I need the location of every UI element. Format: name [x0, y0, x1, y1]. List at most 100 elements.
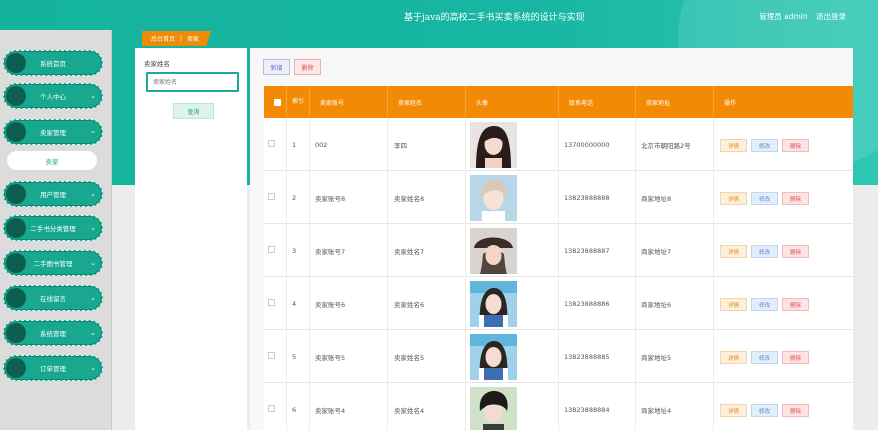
sidebar-item-label: 订单管理 [40, 365, 66, 373]
detail-button[interactable]: 详情 [720, 404, 747, 417]
address-cell: 商家地址4 [636, 383, 714, 430]
sidebar-subitem-seller[interactable]: 卖家 [7, 151, 97, 170]
row-checkbox[interactable] [268, 140, 275, 147]
sidebar-item-icon [6, 288, 26, 308]
sidebar-item-profile[interactable]: 个人中心 ⌄ [3, 83, 103, 109]
header-address-label: 商家地址 [646, 99, 671, 107]
header-ops-label: 操作 [724, 99, 737, 107]
breadcrumb: 后台首页 | 卖家 [142, 31, 212, 46]
index-cell: 3 [287, 224, 310, 277]
seller-address: 商家地址6 [641, 300, 672, 309]
header-name-label: 卖家姓名 [398, 99, 423, 107]
header-avatar: 头像 [466, 86, 559, 118]
breadcrumb-home[interactable]: 后台首页 [151, 34, 175, 43]
seller-phone: 13823888886 [564, 299, 610, 308]
seller-address: 商家地址4 [641, 406, 672, 415]
delete-row-button[interactable]: 删除 [782, 192, 809, 205]
select-all-checkbox[interactable] [274, 99, 281, 106]
seller-account: 卖家账号6 [315, 300, 346, 309]
delete-button[interactable]: 删除 [294, 59, 321, 75]
detail-button[interactable]: 详情 [720, 139, 747, 152]
search-button[interactable]: 查询 [173, 103, 214, 119]
row-checkbox[interactable] [268, 405, 275, 412]
seller-address: 商家地址5 [641, 353, 672, 362]
edit-button[interactable]: 修改 [751, 298, 778, 311]
account-cell: 卖家账号5 [310, 330, 388, 383]
delete-row-button[interactable]: 删除 [782, 139, 809, 152]
sidebar-item-home[interactable]: 系统首页 [3, 50, 103, 76]
sidebar-item-orders[interactable]: 订单管理 ⌄ [3, 355, 103, 381]
search-panel: 卖家姓名 查询 [135, 48, 247, 430]
delete-row-button[interactable]: 删除 [782, 298, 809, 311]
seller-name: 李四 [394, 141, 407, 150]
edit-button[interactable]: 修改 [751, 404, 778, 417]
add-button[interactable]: 新增 [263, 59, 290, 75]
address-cell: 商家地址8 [636, 171, 714, 224]
detail-button[interactable]: 详情 [720, 298, 747, 311]
index-cell: 4 [287, 277, 310, 330]
row-index: 1 [292, 140, 297, 149]
detail-button[interactable]: 详情 [720, 351, 747, 364]
sidebar-item-seller-mgmt[interactable]: 卖家管理 ⌃ [3, 119, 103, 145]
chevron-down-icon: ⌄ [90, 364, 96, 372]
row-checkbox[interactable] [268, 352, 275, 359]
sidebar-item-system[interactable]: 系统管理 ⌄ [3, 320, 103, 346]
sidebar-item-label: 个人中心 [40, 93, 66, 101]
sidebar-item-icon [6, 86, 26, 106]
seller-name: 卖家姓名7 [394, 247, 425, 256]
seller-avatar [470, 228, 517, 274]
name-cell: 卖家姓名4 [388, 383, 466, 430]
edit-button[interactable]: 修改 [751, 245, 778, 258]
header-phone-label: 联系电话 [569, 99, 594, 107]
seller-phone: 13700000000 [564, 140, 610, 149]
seller-avatar [470, 281, 517, 327]
sidebar-item-book-category[interactable]: 二手书分类管理 ⌄ [3, 215, 103, 241]
phone-cell: 13823888886 [559, 277, 636, 330]
seller-avatar [470, 175, 517, 221]
delete-row-button[interactable]: 删除 [782, 351, 809, 364]
name-cell: 卖家姓名6 [388, 277, 466, 330]
seller-address: 北京市朝阳路2号 [641, 141, 691, 150]
sidebar-item-icon [6, 122, 26, 142]
table-row: 4 卖家账号6 卖家姓名6 13823888886 商家地址6 详情 修改 删除 [264, 277, 853, 330]
main-panel: 新增 删除 索引 卖家账号 卖家姓名 头像 联系电话 商家地址 操作 1 002… [250, 48, 853, 430]
name-cell: 李四 [388, 118, 466, 171]
sidebar-item-user-mgmt[interactable]: 用户管理 ⌄ [3, 181, 103, 207]
chevron-down-icon: ⌄ [90, 294, 96, 302]
seller-name: 卖家姓名5 [394, 353, 425, 362]
sidebar-item-book-mgmt[interactable]: 二手图书管理 ⌄ [3, 250, 103, 276]
search-label: 卖家姓名 [144, 60, 170, 68]
table-row: 6 卖家账号4 卖家姓名4 13823888884 商家地址4 详情 修改 删除 [264, 383, 853, 430]
sidebar-item-icon [6, 323, 26, 343]
table-header: 索引 卖家账号 卖家姓名 头像 联系电话 商家地址 操作 [264, 86, 853, 118]
detail-button[interactable]: 详情 [720, 245, 747, 258]
phone-cell: 13823888884 [559, 383, 636, 430]
sidebar-item-messages[interactable]: 在线留言 ⌄ [3, 285, 103, 311]
address-cell: 商家地址5 [636, 330, 714, 383]
logout-link[interactable]: 退出登录 [816, 12, 846, 21]
edit-button[interactable]: 修改 [751, 351, 778, 364]
sidebar-item-label: 在线留言 [40, 295, 66, 303]
row-checkbox[interactable] [268, 246, 275, 253]
sidebar-item-label: 二手图书管理 [33, 260, 73, 268]
name-cell: 卖家姓名5 [388, 330, 466, 383]
account-cell: 卖家账号8 [310, 171, 388, 224]
seller-account: 卖家账号5 [315, 353, 346, 362]
seller-address: 商家地址8 [641, 194, 672, 203]
row-checkbox[interactable] [268, 299, 275, 306]
delete-row-button[interactable]: 删除 [782, 245, 809, 258]
header-select-all[interactable] [264, 86, 287, 118]
search-input[interactable] [146, 72, 239, 92]
edit-button[interactable]: 修改 [751, 139, 778, 152]
sidebar: 系统首页 个人中心 ⌄ 卖家管理 ⌃ 卖家 用户管理 ⌄ 二手书分类管理 ⌄ 二… [0, 30, 112, 430]
header-name: 卖家姓名 [388, 86, 466, 118]
row-checkbox[interactable] [268, 193, 275, 200]
edit-button[interactable]: 修改 [751, 192, 778, 205]
seller-account: 002 [315, 140, 328, 149]
index-cell: 1 [287, 118, 310, 171]
delete-row-button[interactable]: 删除 [782, 404, 809, 417]
sidebar-item-icon [6, 218, 26, 238]
detail-button[interactable]: 详情 [720, 192, 747, 205]
account-cell: 卖家账号4 [310, 383, 388, 430]
chevron-down-icon: ⌄ [90, 329, 96, 337]
